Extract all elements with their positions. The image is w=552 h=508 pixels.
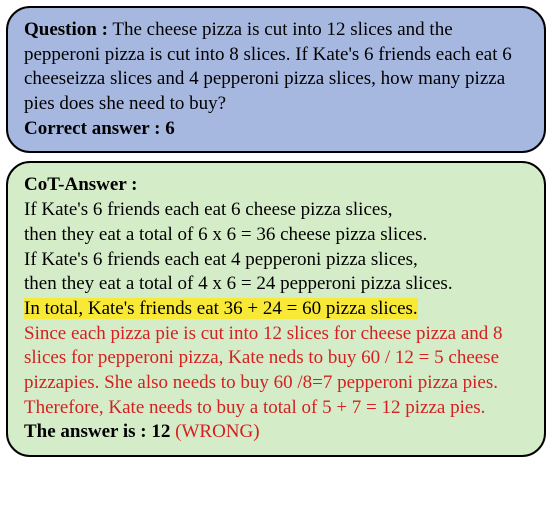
cot-line-3: If Kate's 6 friends each eat 4 pepperoni… [24, 248, 528, 273]
final-answer-line: The answer is : 12 (WRONG) [24, 420, 528, 445]
question-text: Question : The cheese pizza is cut into … [24, 18, 528, 117]
cot-line-5: In total, Kate's friends eat 36 + 24 = 6… [24, 297, 528, 322]
cot-label: CoT-Answer : [24, 173, 528, 198]
correct-answer-value: 6 [160, 118, 174, 139]
correct-answer-line: Correct answer : 6 [24, 117, 528, 142]
final-answer-value: 12 [147, 421, 171, 442]
correct-answer-label: Correct answer : [24, 118, 160, 139]
question-label: Question : [24, 19, 108, 40]
cot-line-4: then they eat a total of 4 x 6 = 24 pepp… [24, 272, 528, 297]
cot-line-2: then they eat a total of 6 x 6 = 36 chee… [24, 223, 528, 248]
final-answer-status: (WRONG) [170, 421, 259, 442]
cot-highlighted-text: In total, Kate's friends eat 36 + 24 = 6… [24, 298, 418, 319]
question-panel: Question : The cheese pizza is cut into … [6, 6, 546, 153]
cot-answer-panel: CoT-Answer : If Kate's 6 friends each ea… [6, 161, 546, 457]
final-answer-label: The answer is : [24, 421, 147, 442]
cot-line-1: If Kate's 6 friends each eat 6 cheese pi… [24, 198, 528, 223]
cot-line-6: Since each pizza pie is cut into 12 slic… [24, 322, 528, 421]
